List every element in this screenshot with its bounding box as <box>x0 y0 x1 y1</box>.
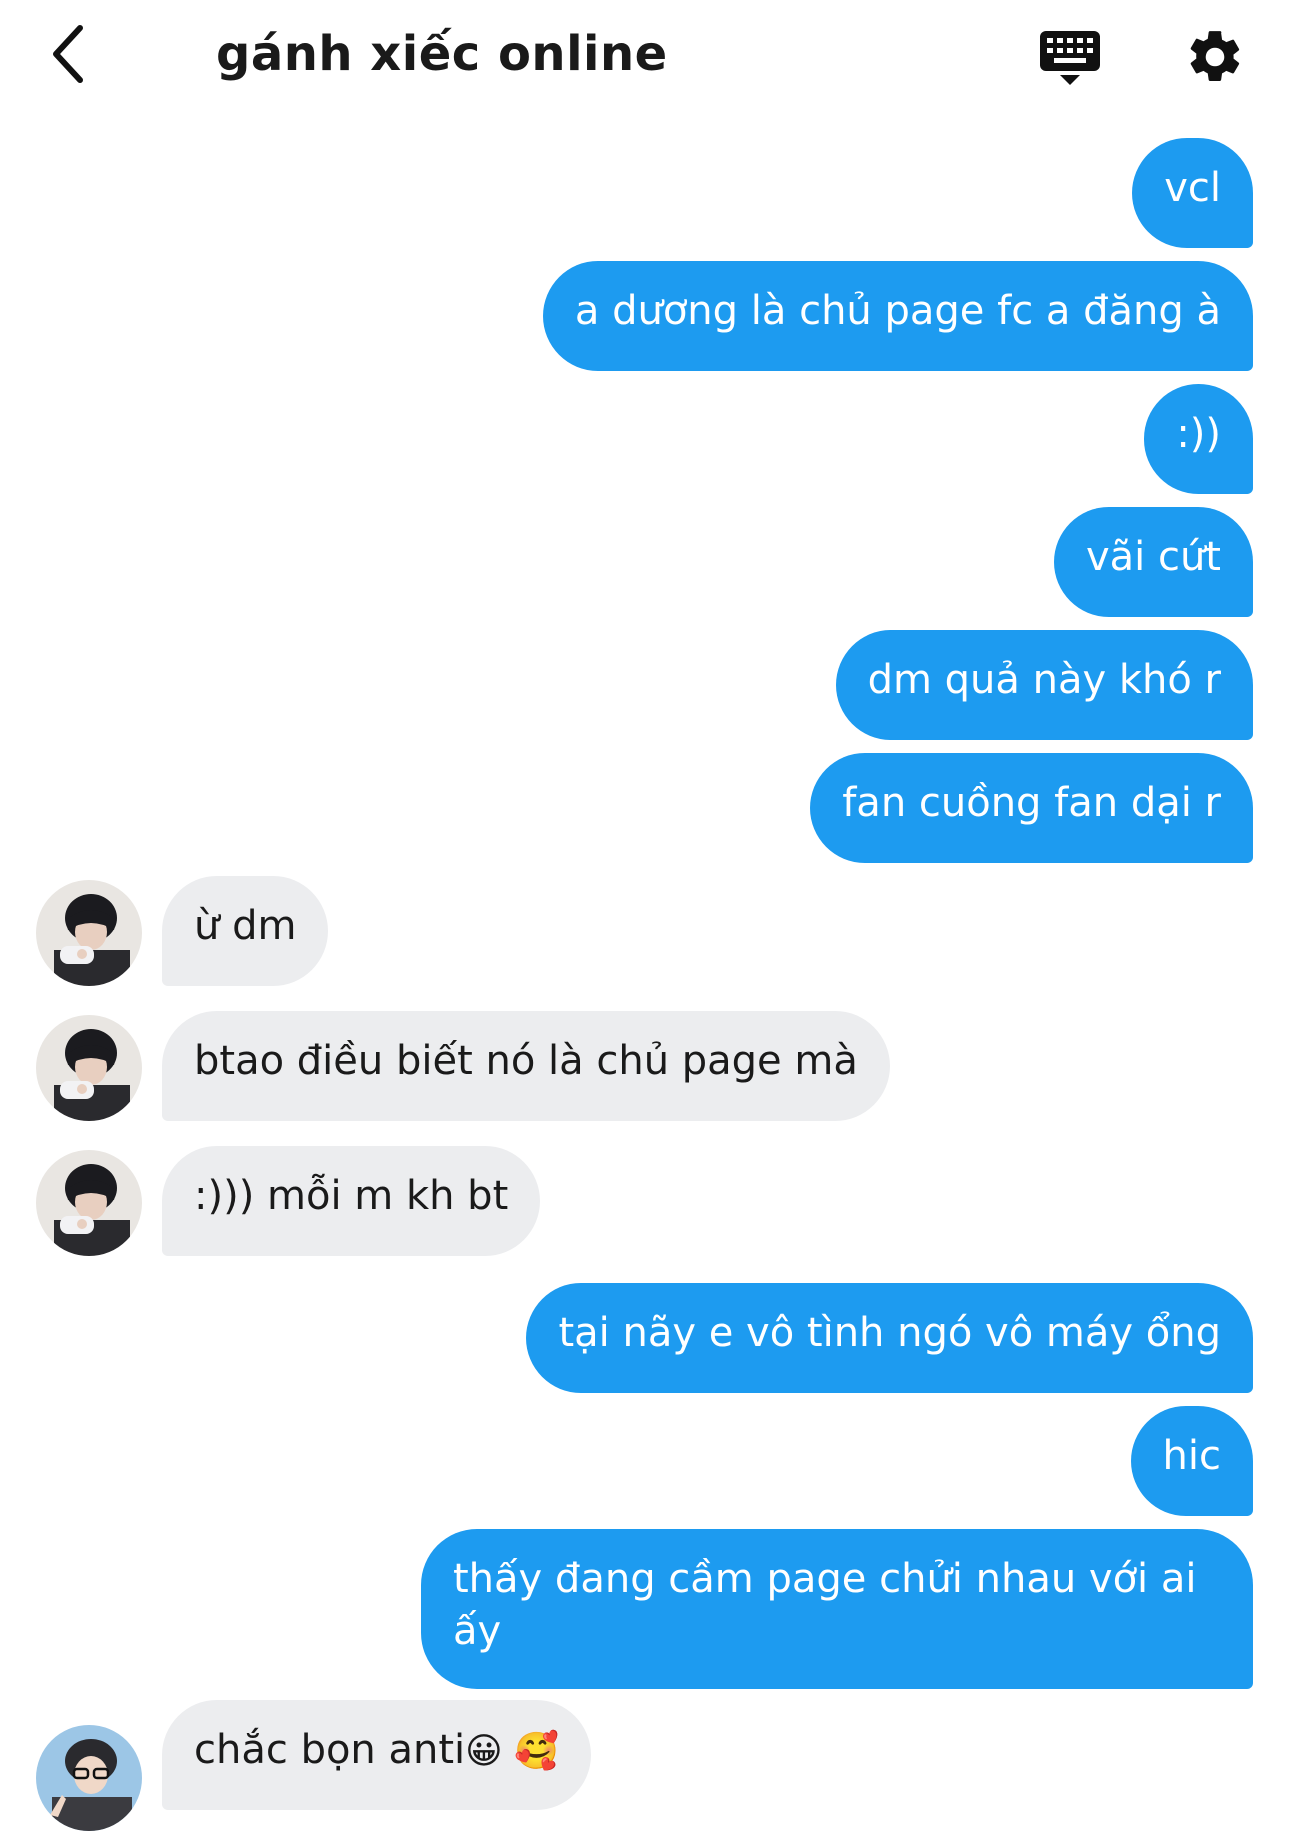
settings-button[interactable] <box>1180 22 1250 92</box>
emoji: 😀 🥰 <box>465 1731 559 1772</box>
message-bubble-sent[interactable]: vãi cứt <box>1053 507 1253 617</box>
message-bubble-received[interactable]: btao điều biết nó là chủ page mà <box>162 1011 890 1121</box>
message-bubble-sent[interactable]: :)) <box>1144 384 1253 494</box>
avatar-photo <box>36 1015 142 1121</box>
keyboard-button[interactable] <box>1035 22 1105 92</box>
message-bubble-received[interactable]: chắc bọn anti😀 🥰 <box>162 1700 591 1810</box>
avatar-photo-2 <box>36 1725 142 1831</box>
avatar[interactable] <box>36 1725 142 1831</box>
gear-icon <box>1190 31 1240 81</box>
keyboard-icon <box>1040 31 1100 85</box>
avatar-photo <box>36 880 142 986</box>
chat-header: gánh xiếc online <box>0 0 1290 110</box>
conversation-title[interactable]: gánh xiếc online <box>216 22 668 86</box>
message-bubble-sent[interactable]: vcl <box>1132 138 1253 248</box>
message-bubble-sent[interactable]: tại nãy e vô tình ngó vô máy ổng <box>526 1283 1253 1393</box>
avatar[interactable] <box>36 880 142 986</box>
message-bubble-sent[interactable]: dm quả này khó r <box>835 630 1253 740</box>
message-text: chắc bọn anti <box>194 1727 466 1773</box>
message-bubble-sent[interactable]: thấy đang cầm page chửi nhau với ai ấy <box>421 1529 1253 1689</box>
message-bubble-sent[interactable]: a dương là chủ page fc a đăng à <box>542 261 1253 371</box>
message-bubble-received[interactable]: ừ dm <box>162 876 329 986</box>
avatar[interactable] <box>36 1150 142 1256</box>
message-bubble-received[interactable]: :))) mỗi m kh bt <box>162 1146 541 1256</box>
message-bubble-sent[interactable]: fan cuồng fan dại r <box>810 753 1253 863</box>
avatar-photo <box>36 1150 142 1256</box>
back-button[interactable] <box>40 22 96 86</box>
avatar[interactable] <box>36 1015 142 1121</box>
message-bubble-sent[interactable]: hic <box>1130 1406 1253 1516</box>
chevron-left-icon <box>53 25 83 83</box>
